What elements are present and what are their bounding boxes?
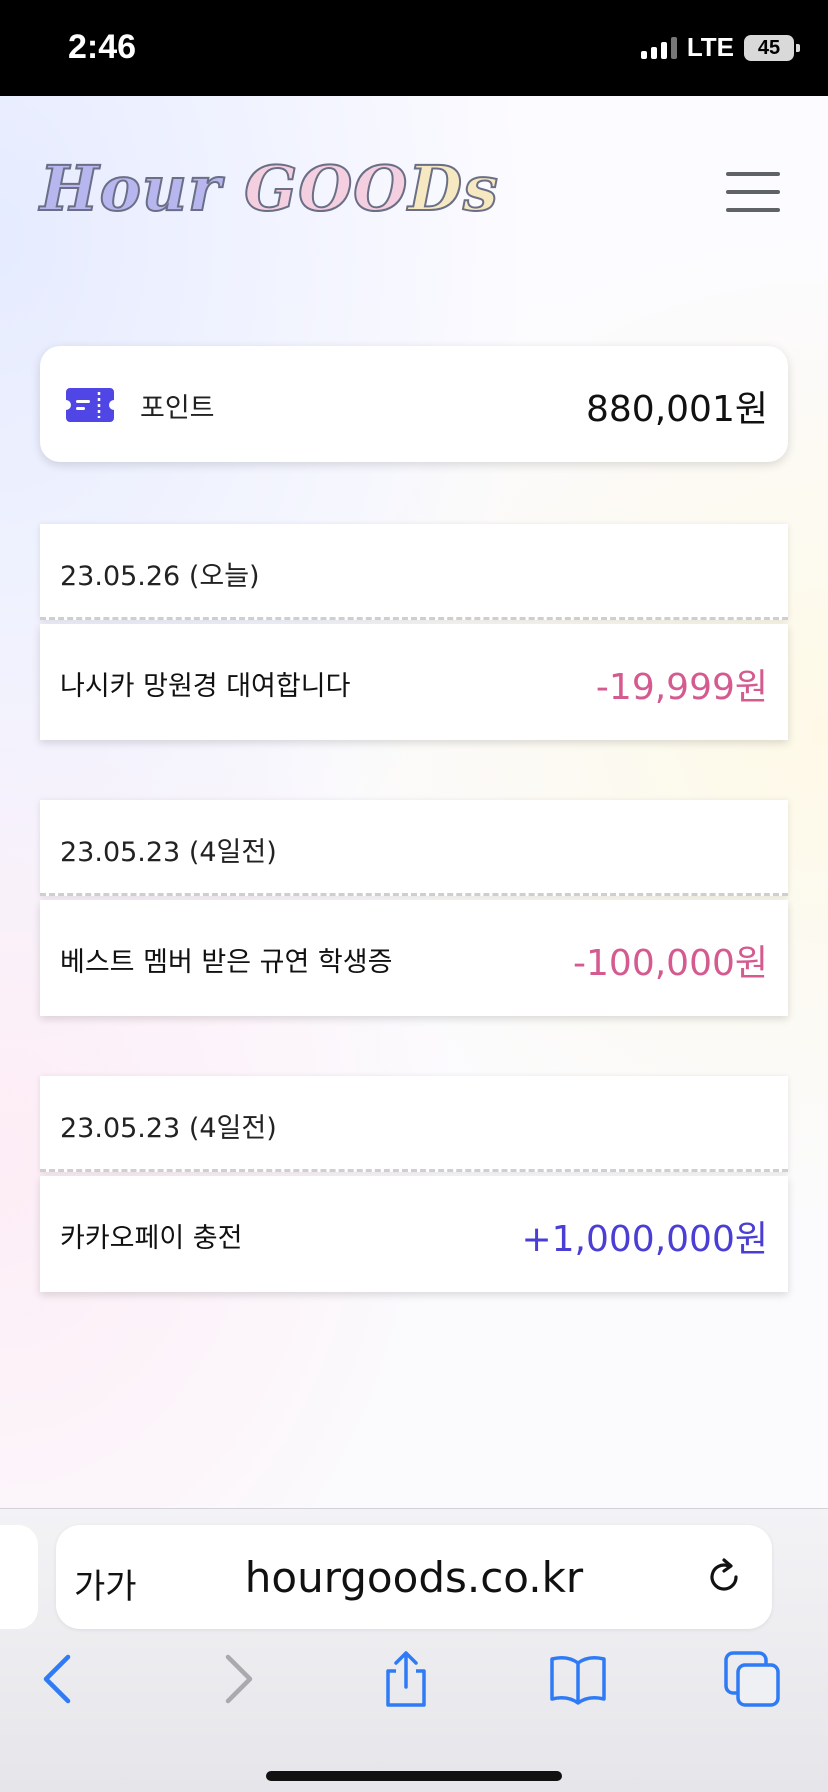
transaction-group: 23.05.23 (4일전) 카카오페이 충전 +1,000,000원 bbox=[40, 1076, 788, 1292]
home-indicator bbox=[266, 1771, 562, 1781]
transaction-group: 23.05.26 (오늘) 나시카 망원경 대여합니다 -19,999원 bbox=[40, 524, 788, 740]
ticket-icon bbox=[66, 388, 114, 422]
status-bar: 2:46 LTE 45 bbox=[0, 0, 828, 96]
reload-icon[interactable] bbox=[702, 1555, 746, 1599]
points-card: 포인트 880,001원 bbox=[40, 346, 788, 462]
transaction-amount: +1,000,000원 bbox=[521, 1219, 768, 1260]
tabs-icon[interactable] bbox=[722, 1649, 782, 1709]
points-label: 포인트 bbox=[140, 393, 215, 424]
previous-tab-preview[interactable] bbox=[0, 1525, 38, 1629]
url-text: hourgoods.co.kr bbox=[244, 1553, 584, 1602]
transaction-date: 23.05.23 (4일전) bbox=[40, 800, 788, 896]
transaction-date: 23.05.23 (4일전) bbox=[40, 1076, 788, 1172]
transaction-date: 23.05.26 (오늘) bbox=[40, 524, 788, 620]
battery-icon: 45 bbox=[744, 34, 800, 61]
status-time: 2:46 bbox=[68, 28, 137, 66]
share-icon[interactable] bbox=[376, 1649, 436, 1709]
transaction-title: 베스트 멤버 받은 규연 학생증 bbox=[60, 947, 393, 978]
forward-icon[interactable] bbox=[206, 1649, 266, 1709]
transaction-group: 23.05.23 (4일전) 베스트 멤버 받은 규연 학생증 -100,000… bbox=[40, 800, 788, 1016]
page-content: Hour GOODs 포인트 880,001원 23.05.26 (오늘) 나시… bbox=[0, 96, 828, 1508]
signal-icon bbox=[640, 36, 677, 59]
transaction-title: 나시카 망원경 대여합니다 bbox=[60, 671, 351, 702]
transaction-item[interactable]: 베스트 멤버 받은 규연 학생증 -100,000원 bbox=[40, 900, 788, 1016]
transaction-item[interactable]: 카카오페이 충전 +1,000,000원 bbox=[40, 1176, 788, 1292]
logo-word-ds: Ds bbox=[407, 151, 499, 226]
status-indicators: LTE 45 bbox=[640, 32, 800, 63]
logo-word-goo: GOO bbox=[243, 151, 409, 226]
address-bar[interactable]: 가가 hourgoods.co.kr bbox=[56, 1525, 772, 1629]
transaction-title: 카카오페이 충전 bbox=[60, 1223, 243, 1254]
logo[interactable]: Hour GOODs bbox=[39, 151, 499, 226]
transaction-amount: -100,000원 bbox=[573, 943, 768, 984]
browser-toolbar: 가가 hourgoods.co.kr bbox=[0, 1508, 828, 1792]
bookmarks-icon[interactable] bbox=[548, 1649, 608, 1709]
menu-icon[interactable] bbox=[726, 172, 780, 212]
network-type: LTE bbox=[686, 32, 734, 62]
back-icon[interactable] bbox=[30, 1649, 90, 1709]
logo-word-hour: Hour bbox=[39, 151, 222, 226]
points-value: 880,001원 bbox=[586, 389, 768, 430]
transaction-amount: -19,999원 bbox=[595, 667, 768, 708]
transaction-item[interactable]: 나시카 망원경 대여합니다 -19,999원 bbox=[40, 624, 788, 740]
